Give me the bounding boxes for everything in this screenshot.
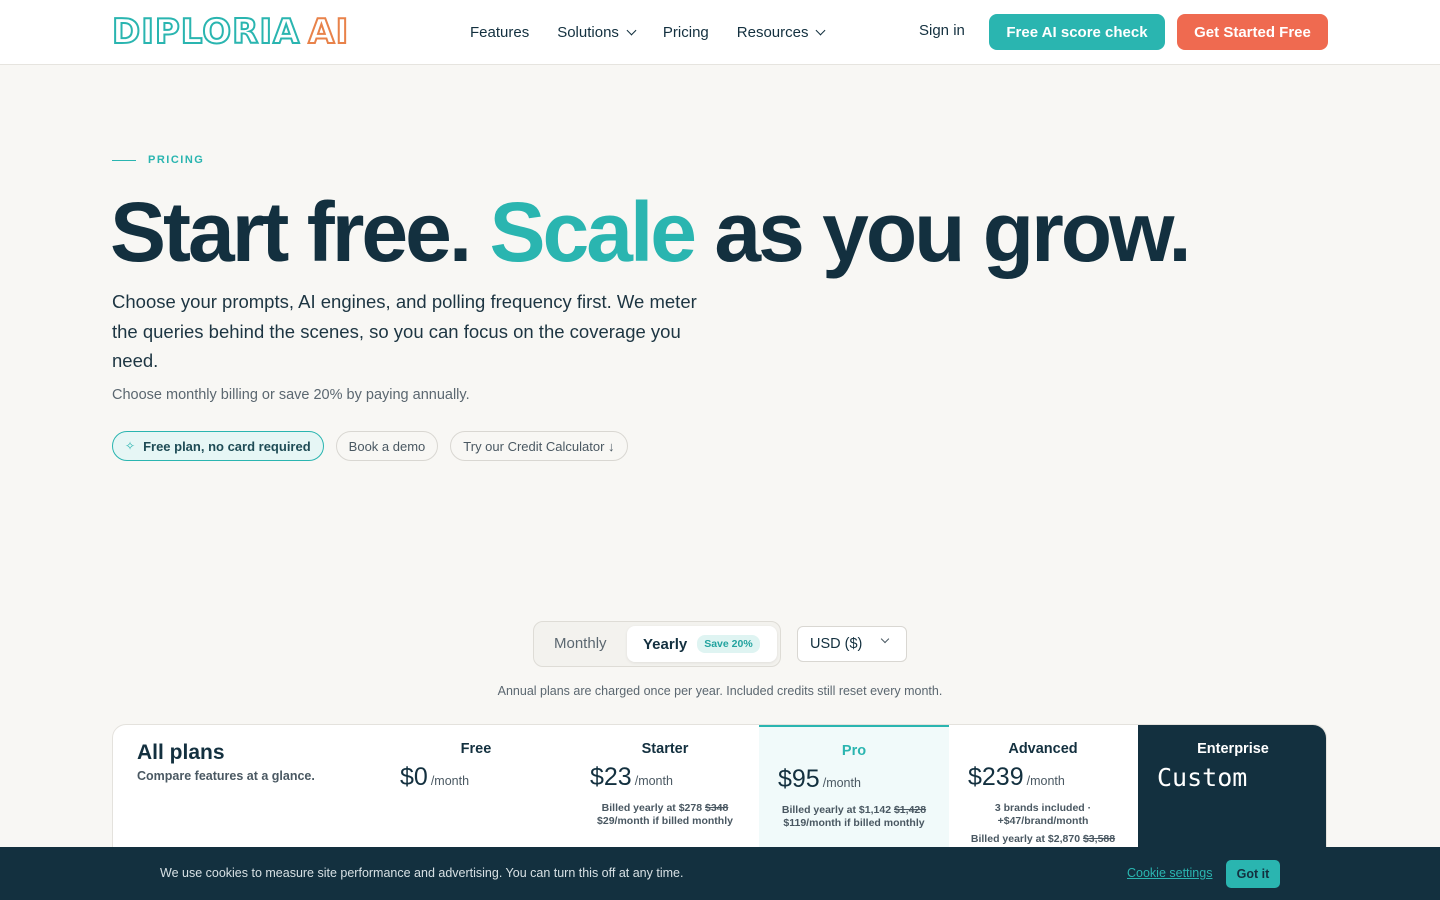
logo[interactable]: DIPLORIA AI: [111, 11, 350, 53]
cookie-settings-link[interactable]: Cookie settings: [1127, 866, 1212, 880]
hero-sublead: Choose monthly billing or save 20% by pa…: [112, 387, 470, 403]
plan-price: $239 /month: [968, 763, 1065, 792]
billed-yearly-amount: Billed yearly at $1,142: [781, 804, 892, 816]
sign-in-link[interactable]: Sign in: [919, 22, 965, 39]
original-price: $1,428: [893, 804, 927, 816]
cookie-banner: We use cookies to measure site performan…: [0, 847, 1440, 900]
plan-name: Pro: [841, 743, 867, 759]
billed-yearly-amount: Billed yearly at $2,870: [970, 833, 1081, 845]
plans-comparison-table: All plans Compare features at a glance. …: [112, 724, 1327, 864]
price-period: /month: [430, 774, 470, 788]
cookie-message: We use cookies to measure site performan…: [160, 866, 684, 880]
nav-pricing-label: Pricing: [662, 23, 709, 41]
price-amount: $239: [968, 763, 1024, 791]
plan-price: $95 /month: [778, 765, 861, 794]
plan-price: $0 /month: [400, 763, 469, 792]
site-header: DIPLORIA AI Features Solutions Pricing R…: [0, 0, 1440, 65]
annual-plans-note: Annual plans are charged once per year. …: [497, 684, 943, 698]
price-amount: $0: [400, 763, 428, 791]
logo-wordmark: DIPLORIA: [111, 11, 301, 53]
monthly-billing-note: $29/month if billed monthly: [597, 815, 733, 827]
price-amount: $95: [778, 765, 820, 793]
headline-part1: Start free.: [110, 185, 472, 279]
billing-yearly-option[interactable]: Yearly Save 20%: [627, 626, 777, 662]
chevron-down-icon: [816, 25, 826, 35]
plan-name: Enterprise: [1197, 741, 1269, 757]
currency-select[interactable]: USD ($): [797, 626, 907, 662]
nav-pricing[interactable]: Pricing: [663, 24, 709, 41]
billed-yearly-note: Billed yearly at $2,870 $3,588: [956, 833, 1130, 846]
nav-features[interactable]: Features: [470, 24, 529, 41]
logo-ai-mark: AI: [307, 11, 350, 53]
billing-yearly-label: Yearly: [643, 635, 688, 653]
nav-solutions-label: Solutions: [557, 23, 619, 41]
all-plans-title: All plans: [137, 741, 225, 764]
book-demo-chip-label: Book a demo: [348, 438, 426, 454]
free-plan-chip-label: Free plan, no card required: [143, 438, 311, 454]
original-price: $348: [704, 802, 729, 814]
price-custom: Custom: [1157, 763, 1248, 792]
nav-solutions[interactable]: Solutions: [557, 23, 637, 41]
original-price: $3,588: [1082, 833, 1116, 845]
hero-chips: ✧ Free plan, no card required Book a dem…: [112, 431, 640, 461]
eyebrow-label: PRICING: [148, 154, 205, 166]
nav-features-label: Features: [470, 23, 530, 41]
monthly-billing-note: $119/month if billed monthly: [783, 817, 925, 829]
chevron-down-icon: [626, 25, 637, 35]
plan-name: Free: [460, 741, 492, 757]
book-demo-chip[interactable]: Book a demo: [335, 431, 439, 461]
free-score-check-button[interactable]: Free AI score check: [989, 14, 1165, 50]
nav-resources-label: Resources: [736, 23, 809, 41]
spark-icon: ✧: [125, 439, 136, 453]
headline-part2: as you grow.: [714, 185, 1191, 279]
billed-yearly-note: Billed yearly at $278 $348: [578, 802, 752, 815]
eyebrow-line: [112, 159, 136, 161]
extra-brand-note: +$47/brand/month: [997, 815, 1089, 827]
price-period: /month: [1026, 774, 1065, 788]
headline-accent: Scale: [489, 185, 698, 279]
currency-value: USD ($): [810, 636, 863, 652]
billed-yearly-amount: Billed yearly at $278: [601, 802, 703, 814]
plan-column-pro: Pro $95 /month Billed yearly at $1,142 $…: [759, 725, 949, 863]
plan-column-starter: Starter $23 /month Billed yearly at $278…: [570, 725, 760, 863]
page-title: Start free. Scale as you grow.: [110, 184, 1192, 280]
plan-name: Advanced: [1008, 741, 1078, 757]
price-period: /month: [822, 776, 861, 790]
eyebrow: PRICING: [112, 154, 204, 166]
billing-toggle: Monthly Yearly Save 20%: [533, 621, 781, 667]
brands-included-note: 3 brands included ·: [994, 802, 1092, 814]
cookie-accept-button[interactable]: Got it: [1226, 860, 1280, 888]
get-started-button[interactable]: Get Started Free: [1177, 14, 1328, 50]
plan-column-enterprise: Enterprise Custom: [1138, 725, 1326, 863]
plan-column-advanced: Advanced $239 /month 3 brands included ·…: [948, 725, 1138, 863]
plan-price: $23 /month: [590, 763, 673, 792]
credit-calculator-chip[interactable]: Try our Credit Calculator ↓: [450, 431, 628, 461]
credit-calculator-chip-label: Try our Credit Calculator ↓: [463, 438, 615, 454]
chevron-down-icon: [880, 634, 890, 644]
billed-yearly-note: Billed yearly at $1,142 $1,428: [767, 804, 941, 817]
free-plan-chip[interactable]: ✧ Free plan, no card required: [112, 431, 324, 461]
price-amount: $23: [590, 763, 632, 791]
save-badge: Save 20%: [697, 635, 760, 653]
nav-resources[interactable]: Resources: [736, 23, 826, 41]
main-nav: Features Solutions Pricing Resources: [470, 0, 852, 64]
plan-name: Starter: [641, 741, 689, 757]
price-period: /month: [634, 774, 673, 788]
hero-lead: Choose your prompts, AI engines, and pol…: [112, 291, 697, 371]
all-plans-subtitle: Compare features at a glance.: [137, 769, 315, 783]
plan-column-free: Free $0 /month: [381, 725, 571, 863]
billing-monthly-option[interactable]: Monthly: [554, 635, 607, 652]
